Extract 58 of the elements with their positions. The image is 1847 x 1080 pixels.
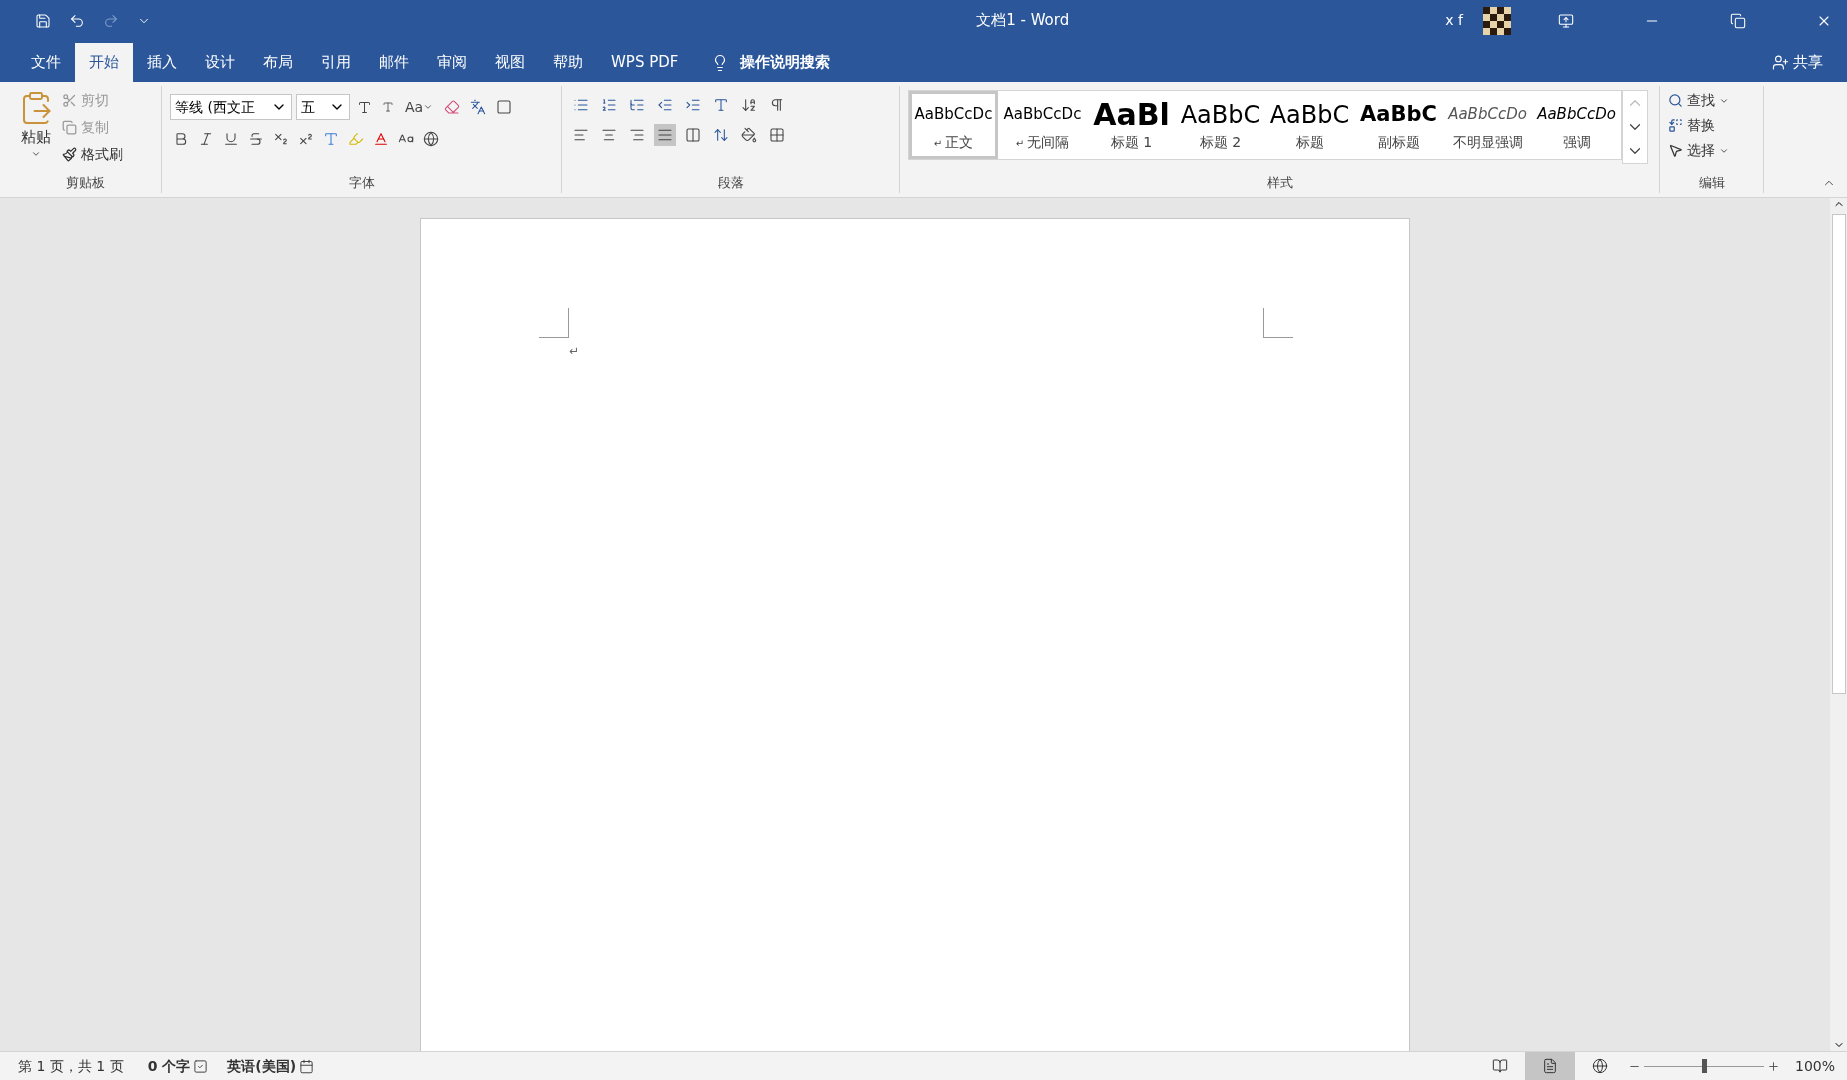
group-label: 字体 [348,174,375,193]
crop-mark [1263,308,1293,338]
ribbon-tab[interactable]: 设计 [191,43,249,82]
caret-icon [423,102,434,112]
language: 英语(美国) [227,1056,297,1076]
ribbon-tab[interactable]: 插入 [133,43,191,82]
vertical-scrollbar[interactable] [1830,198,1847,1051]
style-item[interactable]: AaBbC 副标题 [1354,91,1443,159]
replace-icon [1668,118,1683,133]
style-item[interactable]: AaBbC 标题 2 [1176,91,1265,159]
group-label: 段落 [717,174,744,193]
tell-me-search[interactable]: 操作说明搜索 [740,51,831,74]
change-case-button[interactable]: Aa [401,96,438,118]
zoom-level[interactable]: 100% [1794,1055,1835,1077]
avatar-icon [1483,6,1511,35]
window-title: 文档1 - Word [976,10,1070,32]
user-name: x f [1445,11,1463,30]
web-view-icon [1591,1058,1608,1074]
paste-button[interactable]: 粘贴 [18,90,54,173]
select-button[interactable]: 选择 [1668,140,1729,161]
ribbon-tab[interactable]: 开始 [75,43,133,82]
font-name-dropdown[interactable]: 等线 (西文正 [170,94,292,120]
ribbon-tab[interactable]: 审阅 [423,43,481,82]
copy-icon [62,120,77,135]
format-painter-button[interactable]: 格式刷 [62,144,123,165]
scissors-icon [62,93,77,108]
style-item[interactable]: AaBbCcDo 不明显强调 [1443,91,1532,159]
group-label: 剪贴板 [66,174,105,193]
search-icon [1668,93,1683,108]
share-button[interactable]: 共享 [1772,43,1847,82]
paintbrush-icon [62,147,77,162]
ribbon-tab[interactable]: 布局 [249,43,307,82]
person-icon [1772,54,1789,71]
replace-button[interactable]: 替换 [1668,115,1729,136]
print-view-icon [1541,1058,1558,1074]
read-view-icon [1491,1058,1508,1074]
group-label: 样式 [1266,174,1293,193]
style-item[interactable]: AaBbC 标题 [1265,91,1354,159]
font-size-dropdown[interactable]: 五 [296,94,350,120]
paragraph-mark: ↵ [569,344,580,358]
ribbon-tab[interactable]: 文件 [17,43,75,82]
style-item[interactable]: AaBbCcDc ↵ 正文 [909,91,998,159]
style-item[interactable]: AaBl 标题 1 [1087,91,1176,159]
ribbon-tab[interactable]: 视图 [481,43,539,82]
word-count: 0 个字 [147,1056,191,1076]
ribbon-tab[interactable]: 引用 [307,43,365,82]
style-item[interactable]: AaBbCcDc ↵ 无间隔 [998,91,1087,159]
crop-mark [539,308,569,338]
ribbon-tab[interactable]: 帮助 [539,43,597,82]
find-button[interactable]: 查找 [1668,90,1729,111]
page-count: 第 1 页，共 1 页 [18,1056,124,1076]
ribbon-tab[interactable]: 邮件 [365,43,423,82]
group-label: 编辑 [1698,174,1725,193]
view-mode-button[interactable] [1524,1051,1575,1080]
ribbon-tab[interactable]: WPS PDF [597,43,693,82]
zoom-slider[interactable] [1643,1059,1764,1073]
pointer-icon [1668,143,1683,158]
style-item[interactable]: AaBbCcDo 强调 [1532,91,1621,159]
